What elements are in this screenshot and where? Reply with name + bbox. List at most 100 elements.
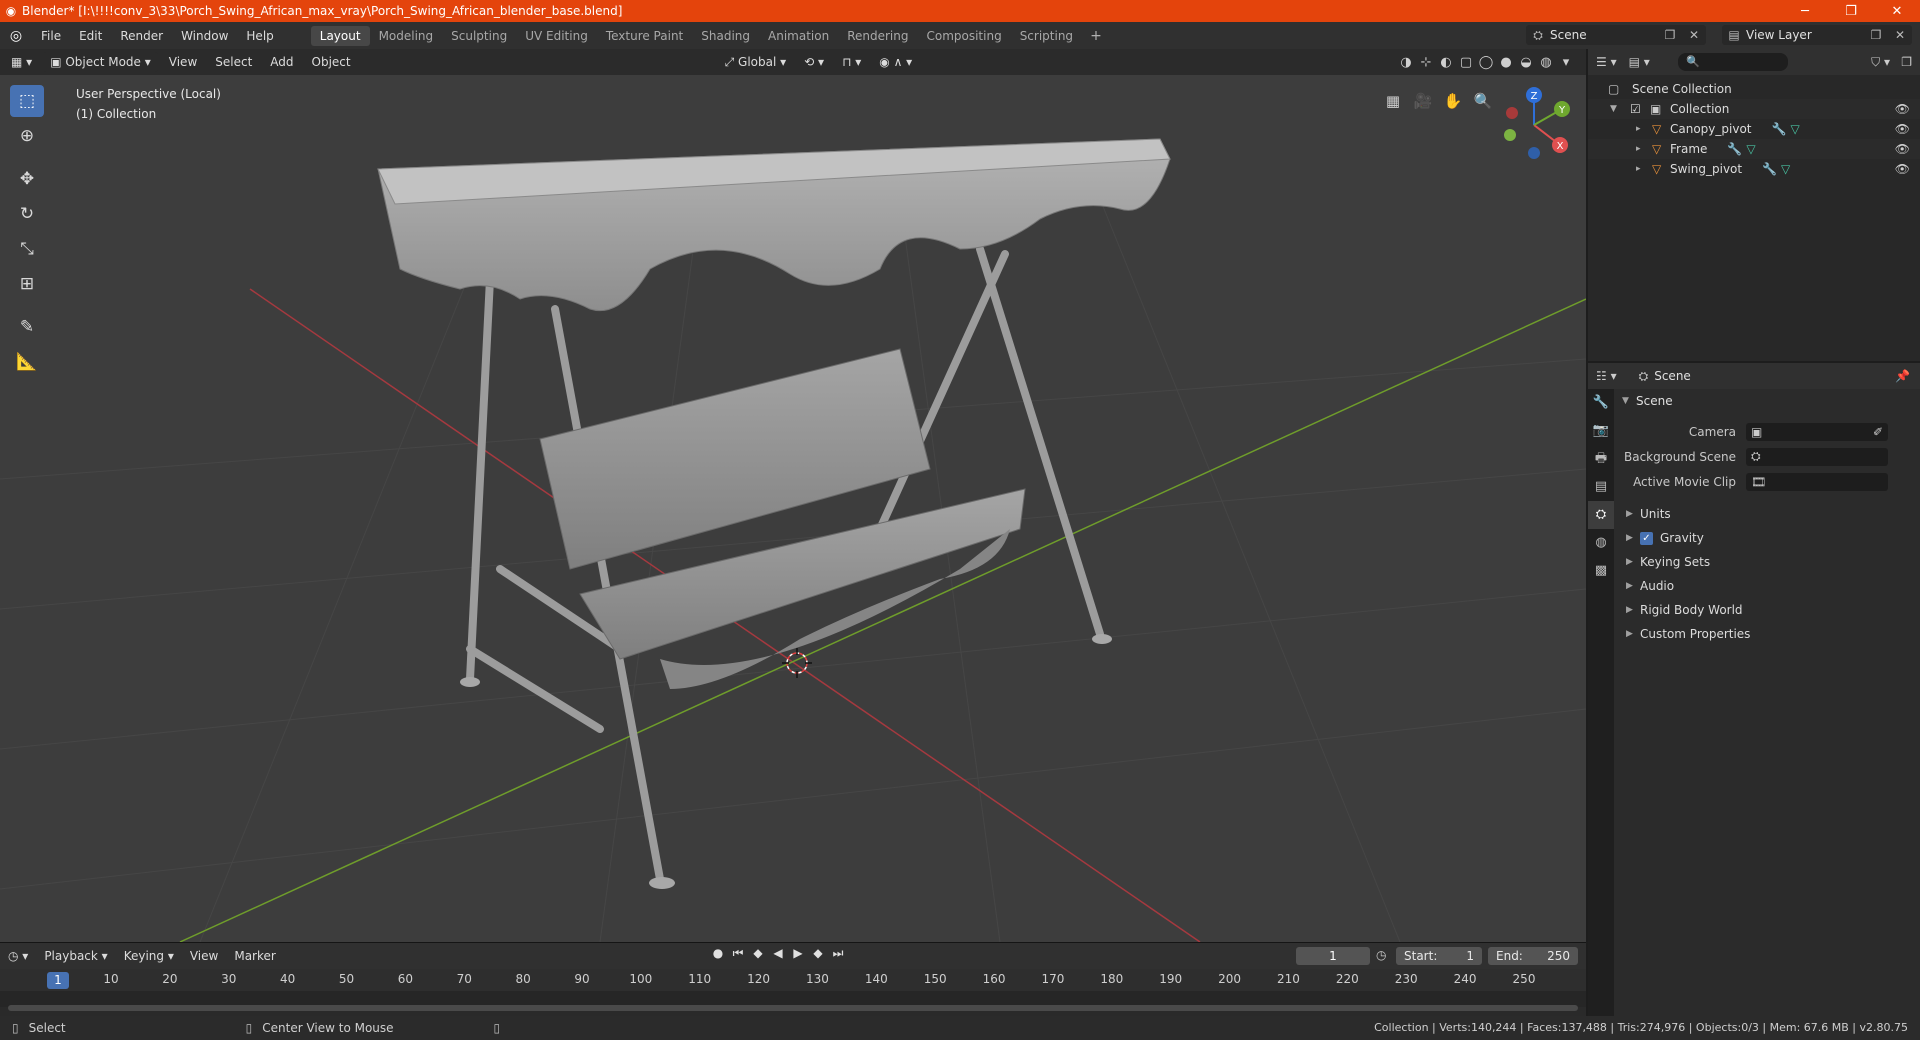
outliner-scene-collection[interactable]: ▢ Scene Collection: [1588, 79, 1920, 99]
eye-icon[interactable]: 👁: [1895, 102, 1910, 116]
display-mode-icon[interactable]: ▤ ▾: [1625, 55, 1654, 69]
eye-icon[interactable]: 👁: [1895, 142, 1910, 156]
end-frame-field[interactable]: End: 250: [1488, 947, 1578, 965]
remove-icon[interactable]: ✕: [1682, 28, 1706, 42]
outliner-object-row[interactable]: ▸ ▽ Canopy_pivot 🔧 ▽ 👁: [1588, 119, 1920, 139]
rotate-icon[interactable]: ↻: [10, 198, 44, 230]
start-frame-field[interactable]: Start: 1: [1396, 947, 1482, 965]
output-tab-icon[interactable]: 🖶: [1588, 445, 1614, 473]
outliner-object-row[interactable]: ▸ ▽ Frame 🔧 ▽ 👁: [1588, 139, 1920, 159]
outliner-search-input[interactable]: 🔍: [1678, 53, 1788, 71]
camera-input[interactable]: ▣ ✐: [1746, 422, 1888, 441]
clock-icon[interactable]: ◷: [1376, 948, 1386, 962]
scene-panel-header[interactable]: ▼ Scene: [1616, 389, 1920, 413]
checkbox-icon[interactable]: ☑: [1630, 102, 1650, 116]
proportional-edit-icon[interactable]: ◉ ∧ ▾: [872, 52, 919, 72]
copy-layer-icon[interactable]: ❐: [1864, 28, 1888, 42]
properties-editor-type-icon[interactable]: ☷ ▾: [1588, 369, 1625, 383]
gravity-checkbox[interactable]: ✓: [1640, 531, 1653, 545]
current-frame-field[interactable]: 1: [1296, 947, 1370, 965]
active-movie-clip-input[interactable]: 🎞: [1746, 472, 1888, 491]
tool-tab-icon[interactable]: 🔧: [1588, 389, 1614, 417]
wireframe-shading-icon[interactable]: ◯: [1476, 55, 1496, 70]
annotate-icon[interactable]: ✎: [10, 311, 44, 343]
transform-icon[interactable]: ⊞: [10, 268, 44, 300]
tab-animation[interactable]: Animation: [759, 26, 838, 46]
tab-layout[interactable]: Layout: [310, 25, 370, 46]
orientation-select[interactable]: ⤢ Global ▾: [718, 52, 794, 72]
rigid-body-world-panel[interactable]: ▶ Rigid Body World: [1616, 598, 1920, 622]
menu-timeline-view[interactable]: View: [182, 949, 226, 963]
play-reverse-icon[interactable]: ◀: [768, 946, 788, 961]
visibility-icon[interactable]: ◑: [1396, 55, 1416, 70]
menu-edit[interactable]: Edit: [70, 29, 111, 43]
solid-shading-icon[interactable]: ●: [1496, 55, 1516, 70]
copy-icon[interactable]: ❐: [1658, 28, 1682, 42]
menu-view[interactable]: View: [162, 52, 204, 72]
current-frame-marker[interactable]: 1: [47, 972, 69, 989]
tab-compositing[interactable]: Compositing: [917, 26, 1010, 46]
add-workspace-button[interactable]: +: [1082, 28, 1110, 44]
move-icon[interactable]: ✥: [10, 163, 44, 195]
measure-icon[interactable]: 📐: [10, 346, 44, 378]
world-tab-icon[interactable]: ◍: [1588, 529, 1614, 557]
maximize-button[interactable]: ❐: [1828, 0, 1874, 22]
remove-layer-icon[interactable]: ✕: [1888, 28, 1912, 42]
prev-keyframe-icon[interactable]: ◆: [748, 946, 768, 961]
filter-icon[interactable]: ⛉ ▾: [1871, 55, 1890, 70]
frame-ruler[interactable]: 1102030405060708090100110120130140150160…: [0, 969, 1586, 991]
outliner-collection[interactable]: ▼ ☑ ▣ Collection 👁: [1588, 99, 1920, 119]
menu-render[interactable]: Render: [111, 29, 172, 43]
minimize-button[interactable]: ─: [1782, 0, 1828, 22]
menu-object[interactable]: Object: [305, 52, 358, 72]
outliner-editor-type-icon[interactable]: ☰ ▾: [1588, 55, 1625, 69]
menu-marker[interactable]: Marker: [226, 949, 283, 963]
view-layer-tab-icon[interactable]: ▤: [1588, 473, 1614, 501]
menu-file[interactable]: File: [32, 29, 70, 43]
grid-view-icon[interactable]: ▦: [1378, 87, 1408, 115]
viewport-canvas[interactable]: [0, 49, 1586, 942]
units-panel[interactable]: ▶ Units: [1616, 502, 1920, 526]
gizmo-toggle-icon[interactable]: ⊹: [1416, 55, 1436, 70]
blender-menu-icon[interactable]: ◎: [0, 28, 32, 44]
scale-icon[interactable]: ⤡: [10, 233, 44, 265]
new-collection-icon[interactable]: ❐: [1901, 55, 1912, 69]
pivot-icon[interactable]: ⟲ ▾: [797, 52, 831, 72]
tab-scripting[interactable]: Scripting: [1011, 26, 1082, 46]
next-keyframe-icon[interactable]: ◆: [808, 946, 828, 961]
rendered-shading-icon[interactable]: ◍: [1536, 55, 1556, 70]
mode-select[interactable]: ▣ Object Mode ▾: [43, 52, 158, 72]
close-button[interactable]: ✕: [1874, 0, 1920, 22]
snap-icon[interactable]: ⊓ ▾: [835, 52, 868, 72]
navigation-gizmo[interactable]: Z Y X: [1494, 85, 1574, 165]
cursor-icon[interactable]: ⊕: [10, 120, 44, 152]
tab-texture-paint[interactable]: Texture Paint: [597, 26, 692, 46]
render-tab-icon[interactable]: 📷: [1588, 417, 1614, 445]
menu-help[interactable]: Help: [237, 29, 282, 43]
3d-viewport[interactable]: ▦ ▾ ▣ Object Mode ▾ View Select Add Obje…: [0, 49, 1586, 942]
tab-modeling[interactable]: Modeling: [370, 26, 443, 46]
eye-icon[interactable]: 👁: [1895, 122, 1910, 136]
texture-tab-icon[interactable]: ▩: [1588, 557, 1614, 585]
timeline-scrollbar[interactable]: [8, 1005, 1578, 1011]
xray-icon[interactable]: ▢: [1456, 55, 1476, 70]
jump-end-icon[interactable]: ⏭: [828, 946, 848, 961]
menu-keying[interactable]: Keying ▾: [116, 949, 182, 963]
keying-sets-panel[interactable]: ▶ Keying Sets: [1616, 550, 1920, 574]
expand-arrow-icon[interactable]: ▸: [1636, 164, 1652, 174]
overlay-toggle-icon[interactable]: ◐: [1436, 55, 1456, 70]
jump-start-icon[interactable]: ⏮: [728, 946, 748, 961]
expand-arrow-icon[interactable]: ▸: [1636, 144, 1652, 154]
editor-type-icon[interactable]: ▦ ▾: [4, 52, 39, 72]
menu-add[interactable]: Add: [263, 52, 300, 72]
audio-panel[interactable]: ▶ Audio: [1616, 574, 1920, 598]
tab-uv-editing[interactable]: UV Editing: [516, 26, 597, 46]
timeline-editor-type-icon[interactable]: ◷ ▾: [0, 949, 36, 963]
camera-view-icon[interactable]: 🎥: [1408, 87, 1438, 115]
expand-arrow-icon[interactable]: ▸: [1636, 124, 1652, 134]
view-layer-selector[interactable]: ▤ View Layer ❐ ✕: [1722, 25, 1912, 45]
custom-properties-panel[interactable]: ▶ Custom Properties: [1616, 622, 1920, 646]
outliner-object-row[interactable]: ▸ ▽ Swing_pivot 🔧 ▽ 👁: [1588, 159, 1920, 179]
menu-window[interactable]: Window: [172, 29, 237, 43]
tab-shading[interactable]: Shading: [692, 26, 759, 46]
